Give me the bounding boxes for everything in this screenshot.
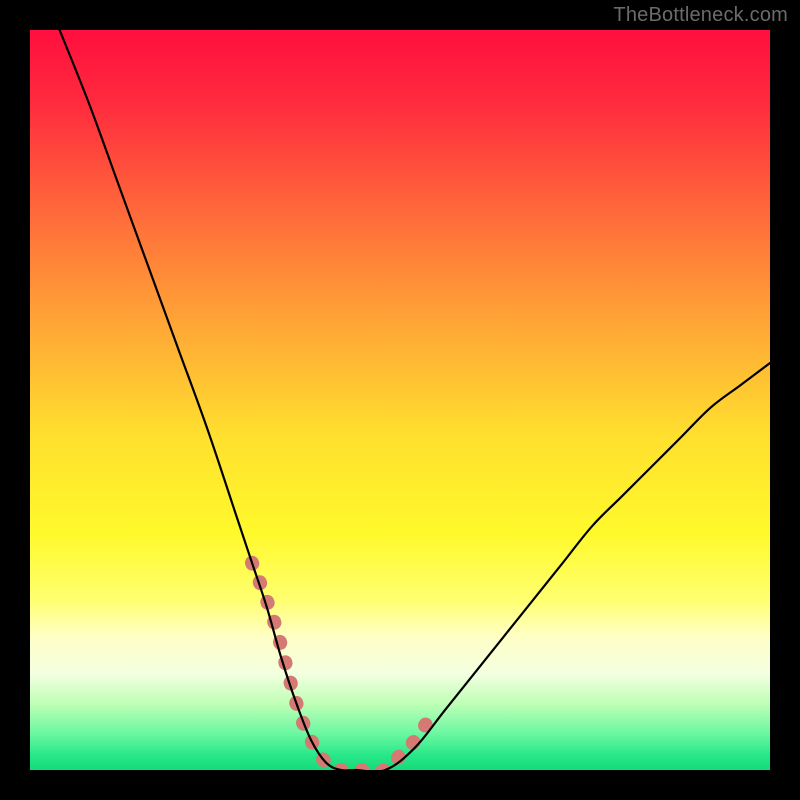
watermark-text: TheBottleneck.com (613, 4, 788, 27)
chart-plot-area (30, 30, 770, 770)
chart-background (30, 30, 770, 770)
chart-svg (30, 30, 770, 770)
